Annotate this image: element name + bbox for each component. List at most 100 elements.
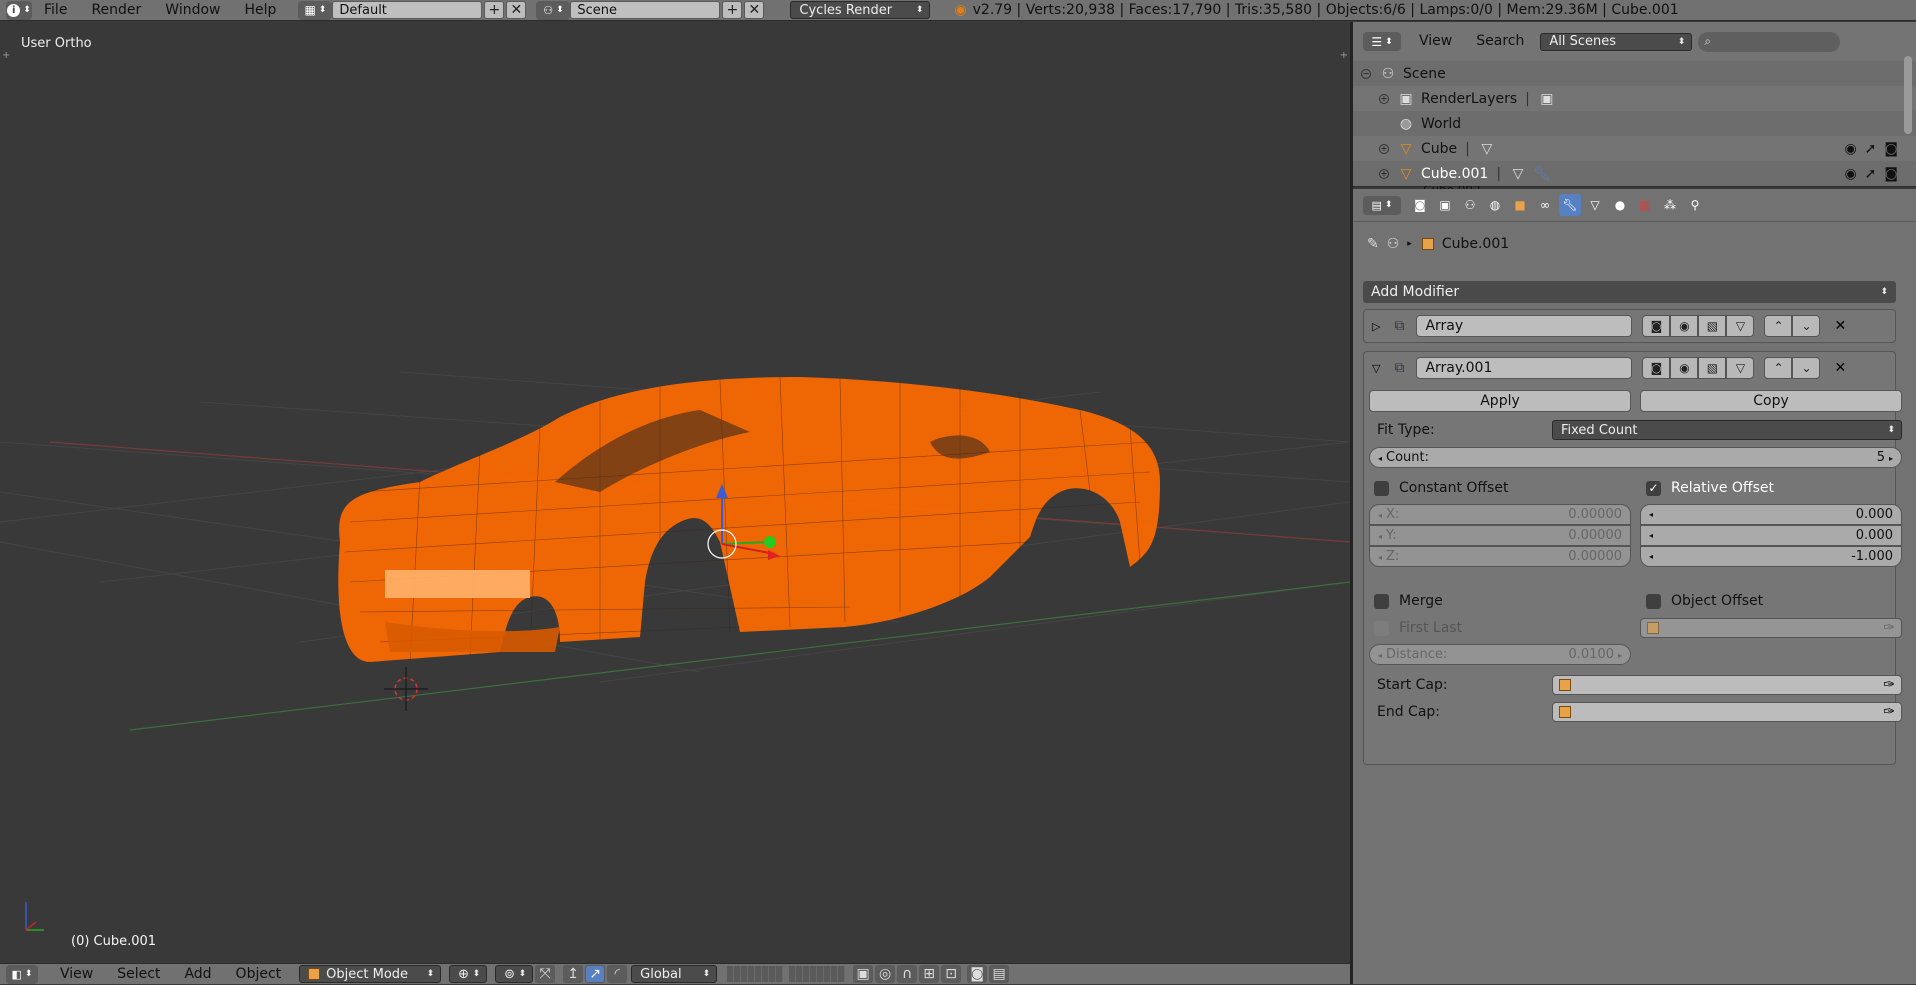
fit-type-dropdown[interactable]: Fixed Count ⬍ [1552, 420, 1902, 440]
tab-particles[interactable]: ⁂ [1659, 194, 1681, 216]
chevron-right-icon[interactable]: ▸ [1889, 454, 1893, 463]
relative-offset-checkbox[interactable]: ✓ Relative Offset [1646, 480, 1774, 496]
move-up-button[interactable]: ⌃ [1764, 357, 1793, 379]
tab-world[interactable]: ◍ [1484, 194, 1506, 216]
constant-offset-z-field[interactable]: ◂ Z: 0.00000 [1369, 546, 1631, 567]
expand-icon[interactable]: + [1379, 143, 1389, 154]
translate-gizmo-button[interactable]: ↥ [563, 965, 584, 983]
layer-buttons-group-2[interactable] [789, 966, 846, 982]
end-cap-field[interactable]: ✑ [1552, 702, 1902, 722]
outliner-item-scene[interactable]: − ⚇ Scene [1353, 61, 1916, 86]
relative-offset-z-field[interactable]: ◂ -1.000 [1640, 546, 1902, 567]
editor-type-button[interactable]: i ⬍ [6, 0, 32, 20]
sidebar-toggle-icon[interactable]: + [1340, 50, 1348, 61]
modifier-name-field[interactable]: Array [1416, 315, 1633, 337]
camera-icon[interactable]: ◙ [1884, 166, 1898, 182]
display-mode-dropdown[interactable]: All Scenes ⬍ [1540, 32, 1693, 51]
add-modifier-dropdown[interactable]: Add Modifier ⬍ [1363, 281, 1896, 303]
shading-dropdown[interactable]: ⊕ ⬍ [449, 965, 488, 983]
expand-arrow-icon[interactable]: ▷ [1372, 320, 1380, 333]
menu-file[interactable]: File [32, 0, 79, 21]
modifier-name-field[interactable]: Array.001 [1416, 357, 1633, 379]
eye-icon[interactable]: ◉ [1844, 141, 1856, 157]
viewport-toggle-button[interactable]: ◉ [1670, 315, 1699, 337]
relative-offset-x-field[interactable]: ◂ 0.000 [1640, 504, 1902, 525]
viewport-canvas[interactable] [0, 22, 1350, 963]
3d-viewport[interactable]: User Ortho (0) Cube.001 + + [0, 22, 1350, 963]
tab-scene[interactable]: ⚇ [1459, 194, 1481, 216]
relative-offset-y-field[interactable]: ◂ 0.000 [1640, 525, 1902, 546]
outliner-item-renderlayers[interactable]: + ▣ RenderLayers | ▣ [1353, 86, 1916, 111]
chevron-left-icon[interactable]: ◂ [1378, 454, 1382, 463]
menu-render[interactable]: Render [79, 0, 153, 21]
eye-icon[interactable]: ◉ [1844, 166, 1856, 182]
outliner-item-cube[interactable]: + ▽ Cube | ▽ ◉ ➚ ◙ [1353, 136, 1916, 161]
start-cap-field[interactable]: ✑ [1552, 675, 1902, 695]
tab-render-layers[interactable]: ▣ [1434, 194, 1456, 216]
camera-icon[interactable]: ◙ [1884, 141, 1898, 157]
close-icon[interactable]: ✕ [1834, 360, 1846, 376]
close-icon[interactable]: ✕ [1834, 318, 1846, 334]
cursor-icon[interactable]: ➚ [1865, 141, 1877, 157]
tab-object[interactable]: ■ [1509, 194, 1531, 216]
apply-button[interactable]: Apply [1369, 390, 1631, 412]
render-toggle-button[interactable]: ◙ [1642, 357, 1671, 379]
render-toggle-button[interactable]: ◙ [1642, 315, 1671, 337]
tab-constraints[interactable]: ∞ [1534, 194, 1556, 216]
screen-layout-icon-button[interactable]: ▦ ⬍ [298, 0, 333, 20]
snap-toggle-button[interactable]: ∩ [897, 965, 918, 983]
add-layout-button[interactable]: + [484, 1, 505, 19]
outliner-search-input[interactable]: ⌕ [1698, 31, 1841, 52]
3d-cursor-icon[interactable] [384, 667, 428, 711]
pivot-dropdown[interactable]: ⊚ ⬍ [495, 965, 534, 983]
y-arrow-icon[interactable] [764, 536, 776, 548]
tab-data[interactable]: ▽ [1584, 194, 1606, 216]
menu-help[interactable]: Help [232, 0, 288, 21]
first-last-checkbox[interactable]: First Last [1374, 620, 1462, 636]
orientation-dropdown[interactable]: Global ⬍ [631, 965, 718, 983]
count-field[interactable]: ◂ Count: 5 ▸ [1369, 447, 1902, 468]
scale-gizmo-button[interactable]: ◜ [607, 965, 628, 983]
constant-offset-checkbox[interactable]: Constant Offset [1374, 480, 1508, 496]
layout-name-field[interactable]: Default [332, 1, 483, 19]
outliner-scrollbar[interactable] [1904, 56, 1912, 134]
viewport-toggle-button[interactable]: ◉ [1670, 357, 1699, 379]
scene-name-field[interactable]: Scene [570, 1, 721, 19]
merge-checkbox[interactable]: Merge [1374, 593, 1443, 609]
snap-target-button[interactable]: ⊡ [941, 965, 962, 983]
editmode-toggle-button[interactable]: ▧ [1698, 315, 1727, 337]
eyedropper-icon[interactable]: ✑ [1883, 704, 1895, 720]
manipulator-toggle-button[interactable]: ⤧ [535, 965, 556, 983]
menu-view[interactable]: View [48, 964, 105, 985]
object-offset-checkbox[interactable]: Object Offset [1646, 593, 1763, 609]
eyedropper-icon[interactable]: ✑ [1883, 677, 1895, 693]
copy-button[interactable]: Copy [1640, 390, 1902, 412]
tab-modifiers[interactable]: 🔧︎ [1559, 194, 1581, 216]
menu-object[interactable]: Object [224, 964, 294, 985]
menu-add[interactable]: Add [172, 964, 223, 985]
toolshelf-toggle-icon[interactable]: + [2, 50, 10, 61]
snap-element-button[interactable]: ⊞ [919, 965, 940, 983]
tab-render[interactable]: ◙ [1409, 194, 1431, 216]
cage-toggle-button[interactable]: ▽ [1726, 315, 1755, 337]
outliner-menu-search[interactable]: Search [1464, 31, 1536, 52]
outliner-item-world[interactable]: ◍ World [1353, 111, 1916, 136]
outliner-menu-view[interactable]: View [1407, 31, 1464, 52]
proportional-edit-button[interactable]: ◎ [875, 965, 896, 983]
layer-buttons-group[interactable] [727, 966, 784, 982]
menu-select[interactable]: Select [105, 964, 172, 985]
constant-offset-y-field[interactable]: ◂ Y: 0.00000 [1369, 525, 1631, 546]
merge-distance-field[interactable]: ◂ Distance: 0.0100 ▸ [1369, 644, 1631, 665]
move-down-button[interactable]: ⌄ [1792, 315, 1821, 337]
tab-material[interactable]: ● [1609, 194, 1631, 216]
lock-layers-button[interactable]: ▣ [853, 965, 874, 983]
offset-object-field[interactable]: ✑ [1640, 618, 1902, 638]
move-up-button[interactable]: ⌃ [1764, 315, 1793, 337]
outliner-editor-type-button[interactable]: ☰ ⬍ [1363, 32, 1401, 51]
eyedropper-icon[interactable]: ✑ [1883, 620, 1895, 636]
remove-layout-button[interactable]: ✕ [506, 1, 527, 19]
cage-toggle-button[interactable]: ▽ [1726, 357, 1755, 379]
tab-physics[interactable]: ⚲ [1684, 194, 1706, 216]
constant-offset-x-field[interactable]: ◂ X: 0.00000 [1369, 504, 1631, 525]
rotate-gizmo-button[interactable]: ↗ [585, 965, 606, 983]
